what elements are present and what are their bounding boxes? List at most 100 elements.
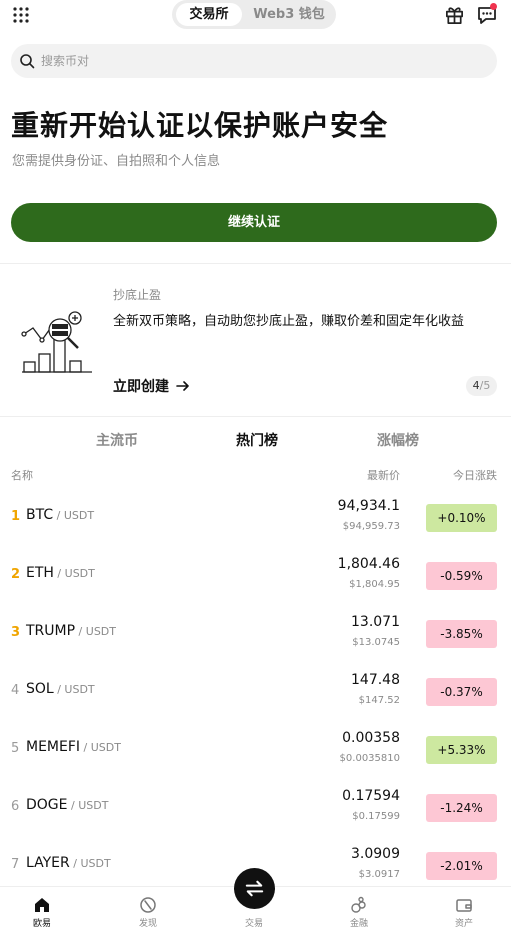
- change-badge: -0.59%: [426, 562, 497, 590]
- home-icon: [35, 898, 49, 912]
- fiat-price: $0.0035810: [339, 753, 400, 764]
- search-bar[interactable]: 搜索币对: [11, 44, 497, 78]
- tab-hot-list[interactable]: 热门榜: [236, 430, 278, 450]
- verification-title: 重新开始认证以保护账户安全: [11, 109, 389, 142]
- last-price: 0.00358: [342, 730, 400, 746]
- rank-number: 5: [11, 741, 20, 756]
- search-placeholder: 搜索币对: [41, 54, 90, 68]
- promo-pager: 4/5: [466, 376, 497, 396]
- last-price: 3.0909: [351, 846, 400, 862]
- nav-finance-label: 金融: [349, 919, 368, 927]
- market-row[interactable]: 6 DOGE / USDT 0.17594 $0.17599 -1.24%: [0, 778, 511, 836]
- quote-symbol: / USDT: [80, 741, 121, 754]
- fiat-price: $1,804.95: [349, 579, 400, 590]
- base-symbol: SOL: [26, 681, 54, 697]
- create-now-link[interactable]: 立即创建: [113, 376, 191, 396]
- change-badge: -3.85%: [426, 620, 497, 648]
- pair-name: MEMEFI / USDT: [26, 739, 121, 755]
- tab-gainers[interactable]: 涨幅榜: [377, 430, 419, 450]
- base-symbol: TRUMP: [26, 623, 76, 639]
- divider: [0, 263, 511, 264]
- wallet-icon: [456, 899, 472, 912]
- trade-button[interactable]: [234, 868, 275, 909]
- promo-tag: 抄底止盈: [113, 288, 162, 302]
- market-row[interactable]: 4 SOL / USDT 147.48 $147.52 -0.37%: [0, 662, 511, 720]
- last-price: 13.071: [351, 614, 400, 630]
- base-symbol: MEMEFI: [26, 739, 81, 755]
- quote-symbol: / USDT: [67, 799, 109, 812]
- rank-number: 4: [11, 683, 20, 698]
- rank-number: 1: [11, 509, 21, 524]
- segment-exchange[interactable]: 交易所: [176, 3, 242, 26]
- rank-number: 3: [11, 625, 21, 640]
- fiat-price: $13.0745: [352, 637, 400, 648]
- nav-assets-label: 资产: [454, 919, 473, 927]
- last-price: 94,934.1: [337, 498, 400, 514]
- pager-total: /5: [479, 379, 491, 392]
- fiat-price: $147.52: [358, 695, 400, 706]
- change-badge: -1.24%: [426, 794, 497, 822]
- last-price: 1,804.46: [337, 556, 400, 572]
- promo-description: 全新双币策略，自动助您抄底止盈，赚取价差和固定年化收益: [113, 314, 465, 329]
- verification-subtitle: 您需提供身份证、自拍照和个人信息: [12, 154, 221, 169]
- nav-discover-label: 发现: [138, 919, 157, 927]
- last-price: 147.48: [351, 672, 400, 688]
- arrow-right-icon: [176, 381, 189, 391]
- quote-symbol: / USDT: [53, 509, 95, 522]
- nav-trade-label: 交易: [244, 919, 263, 927]
- quote-symbol: / USDT: [53, 567, 95, 580]
- quote-symbol: / USDT: [75, 625, 116, 638]
- rank-number: 7: [11, 857, 20, 872]
- rank-number: 6: [11, 799, 20, 814]
- change-badge: +0.10%: [426, 504, 497, 532]
- create-now-label: 立即创建: [113, 379, 169, 395]
- column-name-header: 名称: [11, 469, 33, 482]
- fiat-price: $94,959.73: [342, 521, 400, 532]
- base-symbol: BTC: [26, 507, 54, 523]
- pair-name: SOL / USDT: [26, 681, 95, 697]
- segment-web3-wallet[interactable]: Web3 钱包: [246, 3, 332, 26]
- discover-icon: [140, 897, 156, 913]
- market-row[interactable]: 5 MEMEFI / USDT 0.00358 $0.0035810 +5.33…: [0, 720, 511, 778]
- trade-swap-icon: [245, 880, 264, 897]
- pair-name: DOGE / USDT: [26, 797, 108, 813]
- finance-icon: [351, 896, 366, 913]
- strategy-illustration-icon: [21, 311, 92, 373]
- market-tabs: 主流币 热门榜 涨幅榜: [0, 430, 511, 450]
- gift-icon[interactable]: [444, 4, 465, 25]
- quote-symbol: / USDT: [53, 683, 95, 696]
- pair-name: BTC / USDT: [26, 507, 94, 523]
- exchange-wallet-switch: 交易所 Web3 钱包: [172, 0, 336, 29]
- pager-current: 4: [472, 379, 480, 392]
- tab-mainstream[interactable]: 主流币: [96, 430, 138, 450]
- nav-finance[interactable]: 金融: [329, 887, 389, 927]
- continue-verification-button[interactable]: 继续认证: [11, 203, 497, 242]
- last-price: 0.17594: [342, 788, 400, 804]
- fiat-price: $0.17599: [352, 811, 400, 822]
- base-symbol: DOGE: [26, 797, 68, 813]
- rank-number: 2: [11, 567, 21, 582]
- market-row[interactable]: 2 ETH / USDT 1,804.46 $1,804.95 -0.59%: [0, 546, 511, 604]
- nav-assets[interactable]: 资产: [434, 887, 494, 927]
- pair-name: LAYER / USDT: [26, 855, 111, 871]
- divider: [0, 416, 511, 417]
- fiat-price: $3.0917: [358, 869, 400, 880]
- pair-name: ETH / USDT: [26, 565, 95, 581]
- notification-dot: [490, 3, 497, 10]
- grid-menu-icon[interactable]: [12, 6, 30, 24]
- top-bar: 交易所 Web3 钱包: [0, 0, 511, 30]
- column-change-header: 今日涨跌: [453, 469, 497, 482]
- market-row[interactable]: 1 BTC / USDT 94,934.1 $94,959.73 +0.10%: [0, 488, 511, 546]
- pair-name: TRUMP / USDT: [26, 623, 116, 639]
- nav-home-label: 欧易: [32, 919, 51, 927]
- change-badge: -2.01%: [426, 852, 497, 880]
- change-badge: +5.33%: [426, 736, 497, 764]
- column-price-header: 最新价: [367, 469, 400, 482]
- market-row[interactable]: 3 TRUMP / USDT 13.071 $13.0745 -3.85%: [0, 604, 511, 662]
- change-badge: -0.37%: [426, 678, 497, 706]
- search-icon: [20, 54, 35, 69]
- quote-symbol: / USDT: [69, 857, 111, 870]
- nav-home[interactable]: 欧易: [12, 887, 72, 927]
- nav-discover[interactable]: 发现: [118, 887, 178, 927]
- base-symbol: LAYER: [26, 855, 70, 871]
